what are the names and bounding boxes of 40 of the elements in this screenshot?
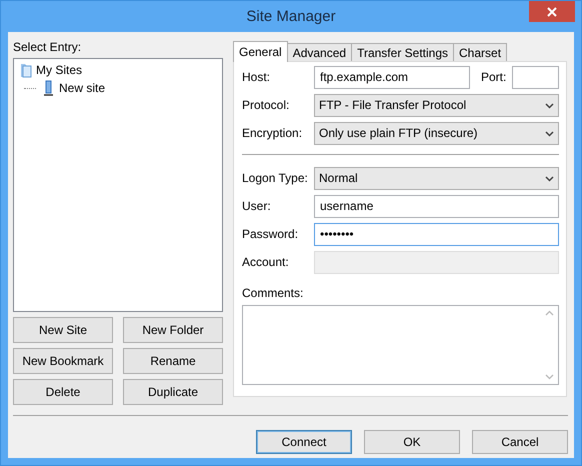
- entry-button[interactable]: Delete: [13, 379, 113, 406]
- server-icon: [41, 80, 56, 96]
- dialog-button[interactable]: OK: [364, 430, 460, 454]
- protocol-dropdown[interactable]: FTP - File Transfer Protocol: [314, 94, 559, 117]
- tree-item[interactable]: My Sites: [36, 63, 82, 78]
- account-label: Account:: [242, 255, 290, 270]
- entry-button[interactable]: New Site: [13, 317, 113, 344]
- tab[interactable]: General: [233, 41, 288, 62]
- entry-button[interactable]: New Folder: [123, 317, 223, 344]
- dialog-button[interactable]: Cancel: [472, 430, 568, 454]
- protocol-label: Protocol:: [242, 98, 290, 113]
- entry-button[interactable]: Duplicate: [123, 379, 223, 406]
- logon-type-dropdown[interactable]: Normal: [314, 167, 559, 190]
- host-label: Host:: [242, 70, 272, 85]
- password-label: Password:: [242, 227, 300, 242]
- logon-type-label: Logon Type:: [242, 171, 309, 186]
- tab[interactable]: Charset: [453, 43, 508, 61]
- folder-icon: [18, 62, 33, 78]
- entry-button[interactable]: New Bookmark: [13, 348, 113, 374]
- comments-field[interactable]: [242, 305, 559, 386]
- port-label: Port:: [481, 70, 506, 85]
- tab[interactable]: Advanced: [286, 43, 352, 61]
- user-label: User:: [242, 199, 272, 214]
- select-entry-label: Select Entry:: [13, 40, 82, 54]
- port-field[interactable]: [512, 66, 560, 89]
- close-button[interactable]: [529, 1, 575, 22]
- close-icon: [547, 6, 557, 16]
- host-field[interactable]: ftp.example.com: [314, 66, 470, 89]
- user-field[interactable]: username: [314, 195, 559, 218]
- window-title: Site Manager: [246, 8, 336, 26]
- password-field[interactable]: ••••••••: [314, 223, 559, 246]
- scroll-down-icon[interactable]: [545, 374, 554, 380]
- scroll-up-icon[interactable]: [545, 310, 554, 316]
- entry-button[interactable]: Rename: [123, 348, 223, 374]
- tree-item[interactable]: New site: [59, 81, 106, 96]
- dialog-button[interactable]: Connect: [256, 430, 352, 454]
- encryption-dropdown[interactable]: Only use plain FTP (insecure): [314, 122, 559, 145]
- tab[interactable]: Transfer Settings: [351, 43, 454, 61]
- comments-label: Comments:: [242, 286, 304, 300]
- encryption-label: Encryption:: [242, 126, 304, 141]
